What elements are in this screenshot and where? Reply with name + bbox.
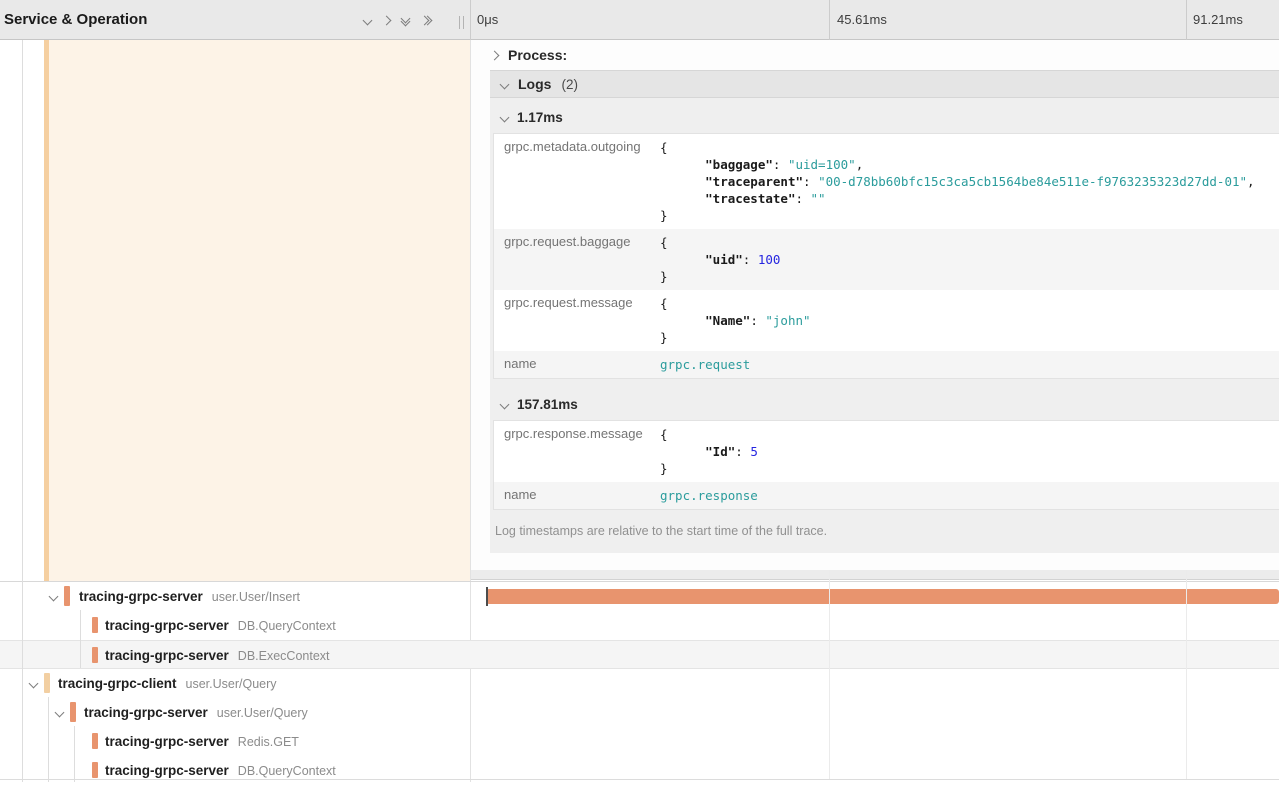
field-value: { "Id": 5} — [660, 421, 758, 482]
operation-name: user.User/Insert — [212, 590, 300, 604]
span-row[interactable]: tracing-grpc-serverDB.QueryContext — [0, 756, 1279, 785]
rows-bottom-border — [0, 779, 1279, 780]
service-name: tracing-grpc-serveruser.User/Query — [84, 698, 308, 728]
span-row[interactable]: tracing-grpc-serverRedis.GET — [0, 727, 1279, 756]
indent-guide — [48, 697, 49, 782]
process-accordion[interactable]: Process: — [491, 40, 567, 70]
span-duration-bar[interactable] — [486, 589, 1279, 604]
tick-line-1 — [829, 0, 830, 40]
span-color-chip — [92, 762, 98, 778]
grid-line — [829, 570, 830, 780]
indent-guide — [80, 610, 81, 668]
span-color-chip — [92, 617, 98, 633]
span-color-chip — [70, 702, 76, 722]
log-entry-header[interactable]: 1.17ms — [490, 98, 1279, 133]
span-row[interactable]: tracing-grpc-serveruser.User/Insert — [0, 582, 1279, 611]
log-fields-table: grpc.response.message { "Id": 5} name gr… — [493, 420, 1279, 510]
operation-name: user.User/Query — [186, 677, 277, 691]
logs-body: 1.17ms grpc.metadata.outgoing { "baggage… — [490, 98, 1279, 553]
tick-line-0 — [470, 0, 471, 40]
service-name: tracing-grpc-serverDB.QueryContext — [105, 611, 336, 641]
timeline-header: Service & Operation 0μs 45.61ms 91.21ms — [0, 0, 1279, 40]
chevron-right-icon — [490, 50, 500, 60]
process-label: Process: — [508, 47, 567, 63]
column-splitter-grip[interactable] — [459, 16, 464, 29]
service-name: tracing-grpc-serverDB.ExecContext — [105, 641, 330, 671]
chevron-down-icon[interactable] — [55, 708, 65, 718]
expand-all-icon[interactable] — [421, 17, 431, 24]
operation-name: Redis.GET — [238, 735, 299, 749]
field-value: { "baggage": "uid=100", "traceparent": "… — [660, 134, 1255, 229]
timeline-cell — [471, 582, 1279, 611]
table-row: grpc.request.baggage { "uid": 100} — [494, 229, 1279, 290]
span-row[interactable]: tracing-grpc-serveruser.User/Query — [0, 698, 1279, 727]
field-value: { "uid": 100} — [660, 229, 780, 290]
field-value: grpc.response — [660, 482, 758, 509]
selected-span-highlight — [44, 40, 470, 581]
service-name: tracing-grpc-serveruser.User/Insert — [79, 582, 300, 612]
span-color-chip — [92, 647, 98, 663]
field-key: grpc.metadata.outgoing — [494, 134, 660, 229]
field-key: name — [494, 482, 660, 509]
field-key: grpc.request.baggage — [494, 229, 660, 290]
detail-panel-bottom-strip — [471, 570, 1279, 580]
field-value: grpc.request — [660, 351, 750, 378]
operation-name: DB.QueryContext — [238, 619, 336, 633]
span-color-chip — [92, 733, 98, 749]
tick-label-1: 45.61ms — [837, 0, 887, 40]
service-name: tracing-grpc-serverRedis.GET — [105, 727, 299, 757]
expand-one-icon[interactable] — [382, 15, 392, 25]
table-row: grpc.metadata.outgoing { "baggage": "uid… — [494, 134, 1279, 229]
field-key: name — [494, 351, 660, 378]
chevron-down-icon[interactable] — [49, 592, 59, 602]
span-row[interactable]: tracing-grpc-clientuser.User/Query — [0, 669, 1279, 698]
span-row[interactable]: tracing-grpc-serverDB.QueryContext — [0, 611, 1279, 640]
span-row[interactable]: tracing-grpc-serverDB.ExecContext — [0, 640, 1279, 669]
chevron-down-icon[interactable] — [29, 679, 39, 689]
operation-name: DB.QueryContext — [238, 764, 336, 778]
logs-count: (2) — [561, 77, 578, 92]
grid-line — [1186, 570, 1187, 780]
table-row: grpc.request.message { "Name": "john"} — [494, 290, 1279, 351]
trace-span-rows: tracing-grpc-serveruser.User/Insert trac… — [0, 581, 1279, 782]
log-fields-table: grpc.metadata.outgoing { "baggage": "uid… — [493, 133, 1279, 379]
field-value: { "Name": "john"} — [660, 290, 811, 351]
tick-label-0: 0μs — [477, 0, 498, 40]
operation-name: DB.ExecContext — [238, 649, 330, 663]
chevron-down-icon — [500, 79, 510, 89]
chevron-down-icon — [500, 113, 510, 123]
tick-line-2 — [1186, 0, 1187, 40]
table-row: name grpc.request — [494, 351, 1279, 378]
indent-guide — [22, 581, 23, 782]
chevron-down-icon — [500, 400, 510, 410]
tick-label-2: 91.21ms — [1193, 0, 1243, 40]
service-name: tracing-grpc-clientuser.User/Query — [58, 669, 277, 699]
field-key: grpc.response.message — [494, 421, 660, 482]
operation-name: user.User/Query — [217, 706, 308, 720]
collapse-all-icon[interactable] — [402, 15, 409, 25]
table-row: name grpc.response — [494, 482, 1279, 509]
indent-guide — [74, 726, 75, 782]
service-operation-title: Service & Operation — [4, 0, 147, 40]
field-key: grpc.request.message — [494, 290, 660, 351]
logs-footnote: Log timestamps are relative to the start… — [495, 524, 1279, 538]
span-detail-panel: Process: Logs (2) 1.17ms grpc.metadata.o… — [471, 40, 1279, 570]
log-timestamp: 1.17ms — [517, 110, 563, 125]
logs-accordion-header[interactable]: Logs (2) — [490, 70, 1279, 98]
span-color-chip — [44, 673, 50, 693]
logs-label: Logs — [518, 76, 551, 92]
collapse-one-icon[interactable] — [363, 15, 373, 25]
span-color-chip — [64, 586, 70, 606]
table-row: grpc.response.message { "Id": 5} — [494, 421, 1279, 482]
log-timestamp: 157.81ms — [517, 397, 578, 412]
log-entry-header[interactable]: 157.81ms — [490, 395, 1279, 420]
indent-guide — [22, 40, 23, 581]
